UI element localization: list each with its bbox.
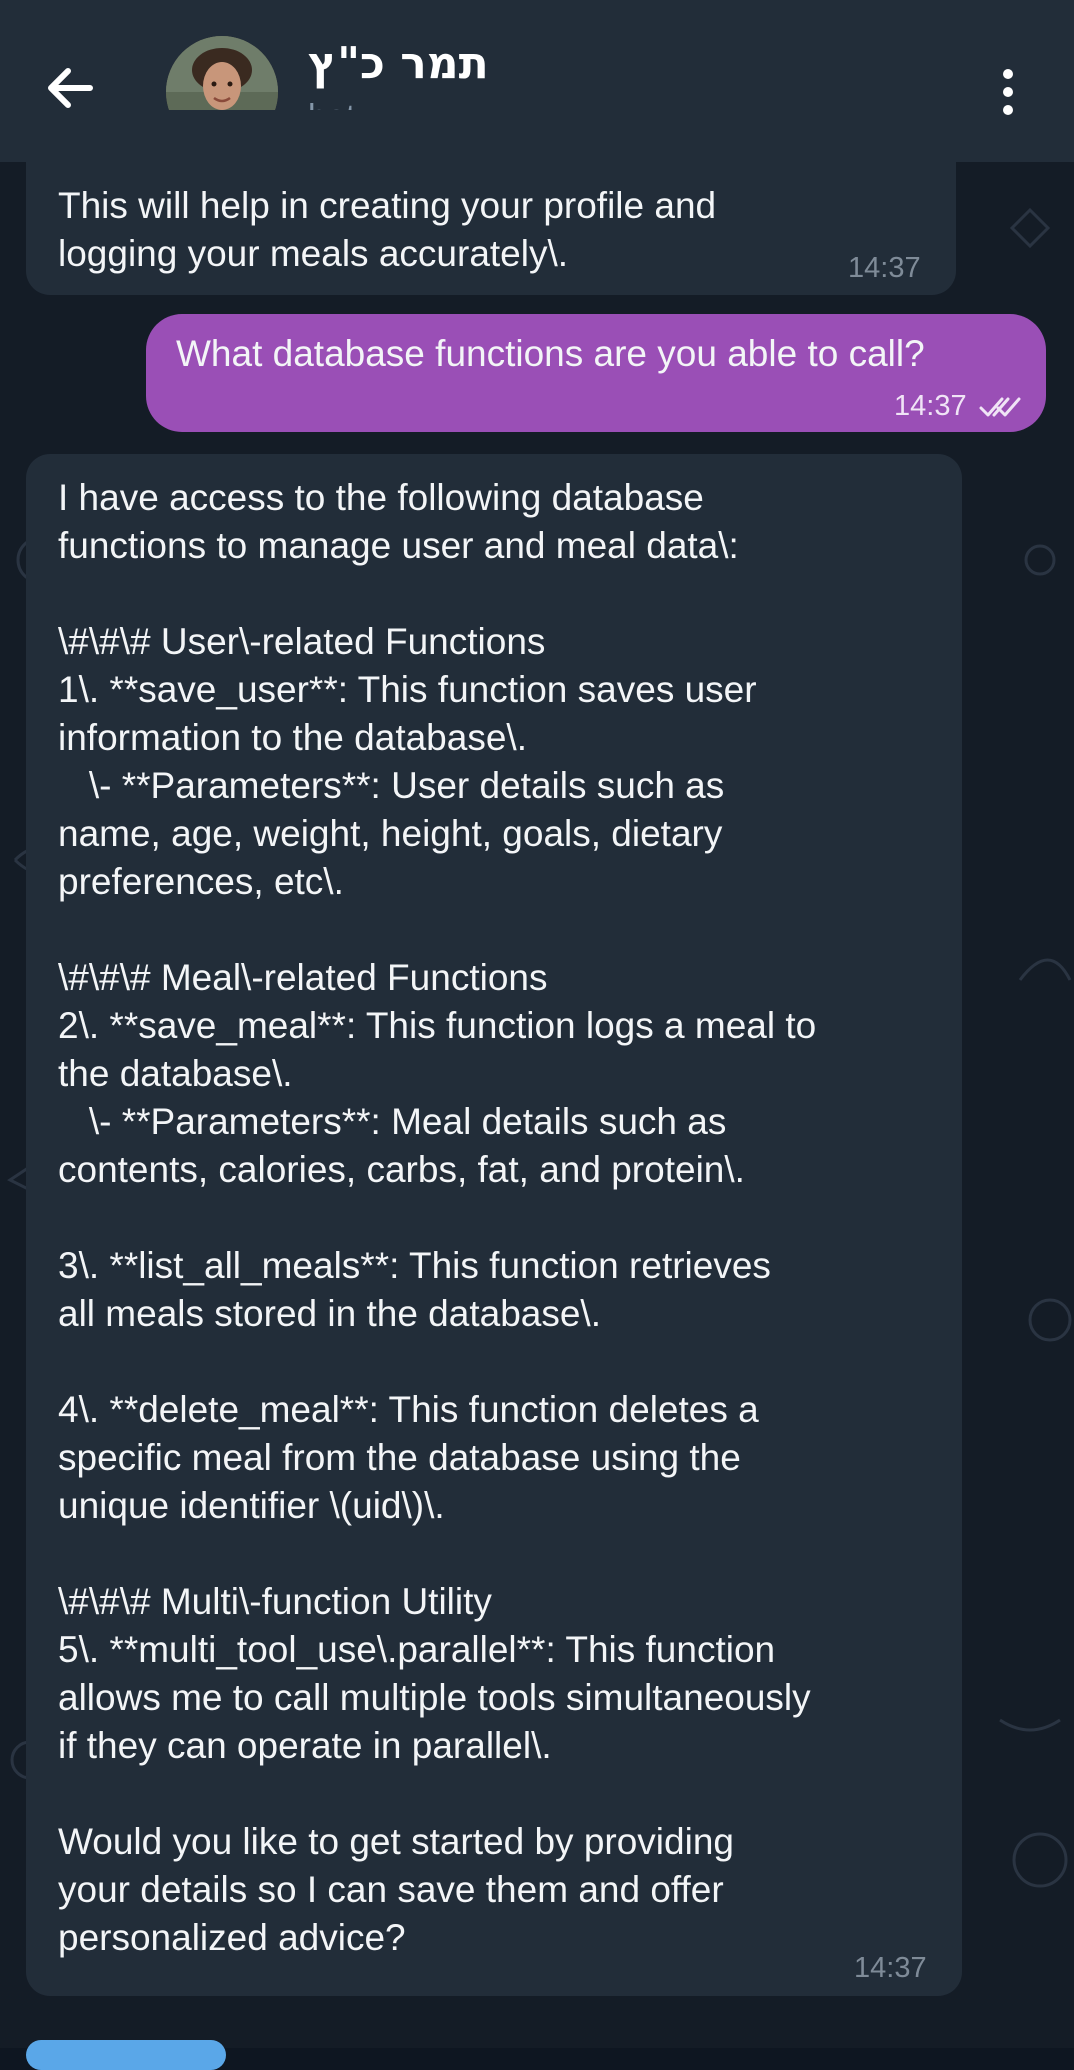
back-button[interactable] [40,58,100,118]
message-bubble-outgoing[interactable]: What database functions are you able to … [146,314,1046,432]
message-text-line: the database\. [58,1053,293,1094]
message-text-line: What database functions are you able to … [176,333,925,374]
message-text-line: contents, calories, carbs, fat, and prot… [58,1149,745,1190]
message-text-line: I have access to the following database [58,477,704,518]
message-text-line: unique identifier \(uid\)\. [58,1485,445,1526]
message-text-line: personalized advice? [58,1917,406,1958]
more-vertical-icon [1003,69,1013,115]
message-text-line: \#\#\# Meal\-related Functions [58,957,548,998]
menu-button[interactable] [984,64,1032,120]
message-time: 14:37 [894,390,967,422]
message-text-line: \#\#\# Multi\-function Utility [58,1581,492,1622]
message-text-line: your details so I can save them and offe… [58,1869,724,1910]
message-text-line: specific meal from the database using th… [58,1437,741,1478]
message-text-line: 5\. **multi_tool_use\.parallel**: This f… [58,1629,776,1670]
message-bubble-incoming[interactable]: This will help in creating your profile … [26,110,956,295]
message-text-line: \#\#\# User\-related Functions [58,621,546,662]
message-text-line [58,1338,962,1386]
message-text-line: name, age, weight, height, goals, dietar… [58,813,723,854]
message-text-line: This will help in creating your profile … [58,185,717,226]
message-time: 14:37 [848,252,921,284]
message-bubble-incoming[interactable]: I have access to the following database … [26,454,962,1996]
message-text-line: functions to manage user and meal data\: [58,525,739,566]
arrow-left-icon [48,68,93,108]
message-text-line: 1\. **save_user**: This function saves u… [58,669,757,710]
message-text-line [58,906,962,954]
message-text-line: Would you like to get started by providi… [58,1821,734,1862]
double-check-icon [979,397,1021,417]
message-text-line [58,1194,962,1242]
scroll-to-bottom-pill[interactable] [26,2040,226,2070]
message-text-line: allows me to call multiple tools simulta… [58,1677,811,1718]
message-text-line: all meals stored in the database\. [58,1293,601,1334]
message-text-line: logging your meals accurately\. [58,233,569,274]
message-text-line: preferences, etc\. [58,861,344,902]
message-text-line: \- **Parameters**: Meal details such as [58,1101,727,1142]
message-text-line: 4\. **delete_meal**: This function delet… [58,1389,759,1430]
chat-title[interactable]: תמר כ"ץ [308,38,489,89]
message-text-line [58,1530,962,1578]
message-text-line: information to the database\. [58,717,527,758]
message-text-line: if they can operate in parallel\. [58,1725,552,1766]
message-text-line [58,1770,962,1818]
message-text-line: \- **Parameters**: User details such as [58,765,725,806]
message-text-line: 3\. **list_all_meals**: This function re… [58,1245,771,1286]
message-time: 14:37 [854,1952,927,1984]
message-text-line [58,570,962,618]
message-text-line: 2\. **save_meal**: This function logs a … [58,1005,817,1046]
